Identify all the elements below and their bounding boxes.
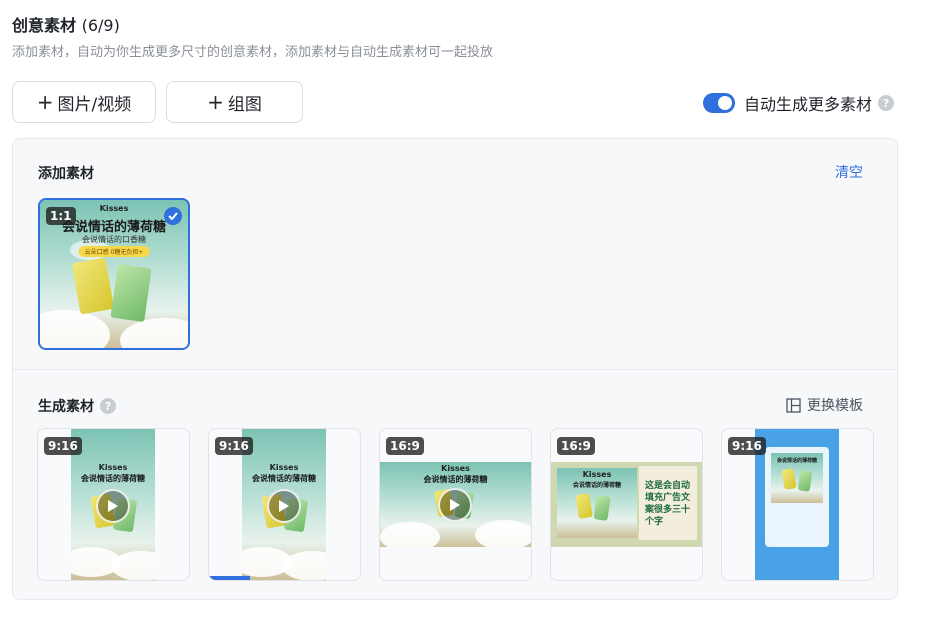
plus-icon: + xyxy=(37,92,54,112)
ad-headline: 会说情话的薄荷糖 xyxy=(380,474,531,485)
clear-button[interactable]: 清空 xyxy=(835,162,863,182)
material-thumbnail: 会说情话的薄荷糖 xyxy=(755,429,839,580)
material-inner-thumbnail: 会说情话的薄荷糖 xyxy=(771,453,823,503)
ad-headline: 会说情话的薄荷糖 xyxy=(71,473,155,484)
section-title-text: 创意素材 xyxy=(12,16,76,35)
ratio-badge: 1:1 xyxy=(46,207,76,225)
ratio-badge: 9:16 xyxy=(728,437,766,455)
generated-material-card[interactable]: Kisses 会说情话的薄荷糖 16:9 xyxy=(379,428,532,581)
ad-copy-note: 这是会自动填充广告文案很多三十个字 xyxy=(645,480,693,528)
material-count: (6/9) xyxy=(82,16,120,35)
selected-check-icon xyxy=(164,207,182,225)
auto-generate-toggle-group: 自动生成更多素材 ? xyxy=(703,91,894,115)
section-divider xyxy=(13,369,897,370)
brand-logo: Kisses xyxy=(242,463,326,472)
generated-material-card[interactable]: Kisses 会说情话的薄荷糖 9:16 xyxy=(208,428,361,581)
brand-logo: Kisses xyxy=(380,464,531,473)
cloud-decoration xyxy=(111,551,155,580)
video-progress-bar xyxy=(209,576,250,580)
toggle-knob xyxy=(718,96,732,110)
generated-material-card[interactable]: Kisses 会说情话的薄荷糖 这是会自动填充广告文案很多三十个字 16:9 xyxy=(550,428,703,581)
material-thumbnail: Kisses 会说情话的薄荷糖 xyxy=(71,429,155,580)
product-pack-yellow xyxy=(781,468,796,490)
brand-logo: Kisses xyxy=(71,463,155,472)
play-icon[interactable] xyxy=(267,489,301,523)
swap-template-button[interactable]: 更换模板 xyxy=(786,395,863,415)
cloud-decoration xyxy=(40,310,110,348)
section-title: 创意素材 (6/9) xyxy=(12,12,120,36)
generated-material-card[interactable]: Kisses 会说情话的薄荷糖 9:16 xyxy=(37,428,190,581)
generated-materials-title: 生成素材 ? xyxy=(38,396,116,416)
generated-materials-label: 生成素材 xyxy=(38,396,94,416)
auto-generate-toggle[interactable] xyxy=(703,93,735,113)
material-thumbnail: Kisses 会说情话的薄荷糖 xyxy=(380,462,531,547)
template-icon xyxy=(786,398,801,413)
cloud-decoration xyxy=(380,522,440,547)
ad-headline: 会说情话的薄荷糖 xyxy=(771,457,823,464)
product-pack-green xyxy=(593,495,610,521)
cloud-decoration xyxy=(475,520,531,547)
material-thumbnail: Kisses 会说情话的薄荷糖 这是会自动填充广告文案很多三十个字 xyxy=(551,462,702,547)
ratio-badge: 16:9 xyxy=(386,437,424,455)
material-inner-thumbnail: Kisses 会说情话的薄荷糖 xyxy=(557,468,637,538)
product-pack-green xyxy=(110,264,151,322)
phone-screen: 会说情话的薄荷糖 xyxy=(765,447,829,547)
ratio-badge: 9:16 xyxy=(44,437,82,455)
add-image-video-button[interactable]: + 图片/视频 xyxy=(12,81,156,123)
play-icon[interactable] xyxy=(438,488,472,522)
ad-headline: 会说情话的薄荷糖 xyxy=(242,473,326,484)
cloud-decoration xyxy=(120,318,188,348)
ratio-badge: 16:9 xyxy=(557,437,595,455)
added-materials-title: 添加素材 xyxy=(38,163,94,183)
brand-logo: Kisses xyxy=(557,470,637,479)
play-icon[interactable] xyxy=(96,489,130,523)
product-pack-yellow xyxy=(575,493,593,519)
product-pack-yellow xyxy=(72,257,115,314)
note-paper: 这是会自动填充广告文案很多三十个字 xyxy=(639,466,697,540)
ad-subheadline: 会说情话的口香糖 xyxy=(40,234,188,245)
add-group-image-button[interactable]: + 组图 xyxy=(166,81,303,123)
product-pack-green xyxy=(798,470,813,491)
ad-pill: 云朵口感 0糖无负担+ xyxy=(79,246,150,257)
ad-headline: 会说情话的薄荷糖 xyxy=(557,480,637,489)
generated-material-card[interactable]: 会说情话的薄荷糖 9:16 xyxy=(721,428,874,581)
materials-panel: 添加素材 清空 Kisses 会说情话的薄荷糖 会说情话的口香糖 云朵口感 0糖… xyxy=(12,138,898,600)
add-image-video-label: 图片/视频 xyxy=(58,90,132,115)
swap-template-label: 更换模板 xyxy=(807,395,863,415)
auto-generate-label: 自动生成更多素材 xyxy=(744,91,872,115)
material-thumbnail: Kisses 会说情话的薄荷糖 xyxy=(242,429,326,580)
ratio-badge: 9:16 xyxy=(215,437,253,455)
help-icon[interactable]: ? xyxy=(100,398,116,414)
plus-icon: + xyxy=(207,92,224,112)
added-material-card[interactable]: Kisses 会说情话的薄荷糖 会说情话的口香糖 云朵口感 0糖无负担+ 1:1 xyxy=(38,198,190,350)
add-group-image-label: 组图 xyxy=(228,90,262,115)
cloud-decoration xyxy=(282,551,326,580)
help-icon[interactable]: ? xyxy=(878,95,894,111)
section-subtitle: 添加素材，自动为你生成更多尺寸的创意素材，添加素材与自动生成素材可一起投放 xyxy=(12,41,493,60)
